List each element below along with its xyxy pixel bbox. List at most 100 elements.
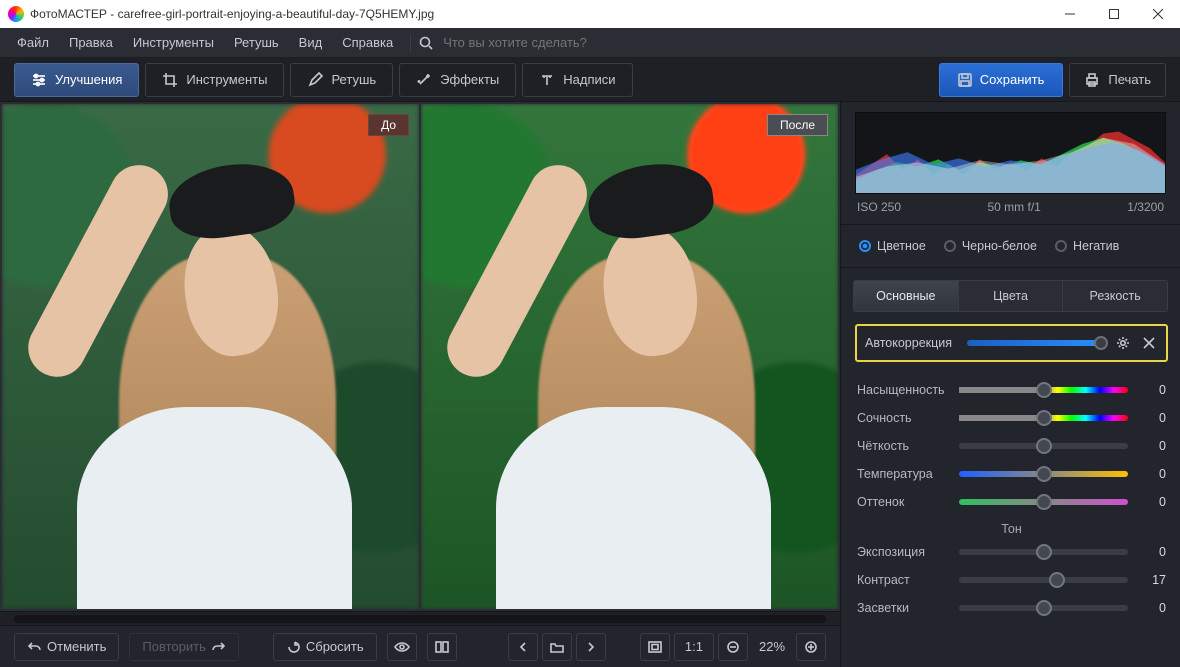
text-icon — [539, 72, 555, 88]
tab-enhance[interactable]: Улучшения — [14, 63, 139, 97]
tab-text-label: Надписи — [563, 72, 615, 87]
slider-tint-track[interactable] — [959, 499, 1128, 505]
prev-image-button[interactable] — [508, 633, 538, 661]
slider-exposure-track[interactable] — [959, 549, 1128, 555]
histogram[interactable] — [855, 112, 1166, 194]
menu-retouch[interactable]: Ретушь — [225, 31, 288, 54]
print-icon — [1084, 72, 1100, 88]
slider-value: 0 — [1138, 545, 1166, 559]
subtab-colors[interactable]: Цвета — [958, 281, 1063, 311]
tone-section-title: Тон — [855, 516, 1168, 538]
adjust-panel: Автокоррекция Насыщенность 0 Сочность 0 — [841, 312, 1180, 667]
chevron-left-icon — [518, 642, 528, 652]
menu-view[interactable]: Вид — [290, 31, 332, 54]
menu-edit[interactable]: Правка — [60, 31, 122, 54]
reset-button[interactable]: Сбросить — [273, 633, 377, 661]
slider-handle-icon — [1036, 438, 1052, 454]
radio-color-label: Цветное — [877, 239, 926, 253]
exif-iso: ISO 250 — [857, 200, 901, 214]
slider-saturation-track[interactable] — [959, 387, 1128, 393]
tab-retouch-label: Ретушь — [331, 72, 376, 87]
browse-button[interactable] — [542, 633, 572, 661]
slider-highlights-track[interactable] — [959, 605, 1128, 611]
adjust-subtabs: Основные Цвета Резкость — [853, 280, 1168, 312]
reset-label: Сбросить — [306, 639, 364, 654]
compare-canvas[interactable]: До После — [0, 102, 840, 611]
slider-highlights: Засветки 0 — [855, 594, 1168, 622]
tab-enhance-label: Улучшения — [55, 72, 122, 87]
subtab-sharp[interactable]: Резкость — [1062, 281, 1167, 311]
viewer: До После Отменить Повторить — [0, 102, 840, 667]
zoom-out-button[interactable] — [718, 633, 748, 661]
radio-dot-icon — [944, 240, 956, 252]
wand-icon — [416, 72, 432, 88]
slider-value: 17 — [1138, 573, 1166, 587]
tab-text[interactable]: Надписи — [522, 63, 632, 97]
slider-label: Контраст — [857, 573, 949, 587]
radio-color[interactable]: Цветное — [859, 239, 926, 253]
redo-button[interactable]: Повторить — [129, 633, 238, 661]
slider-label: Засветки — [857, 601, 949, 615]
radio-negative[interactable]: Негатив — [1055, 239, 1119, 253]
slider-temperature-track[interactable] — [959, 471, 1128, 477]
radio-dot-icon — [1055, 240, 1067, 252]
redo-icon — [212, 640, 226, 654]
slider-vibrance-track[interactable] — [959, 415, 1128, 421]
split-icon — [435, 640, 449, 654]
close-icon — [1143, 337, 1155, 349]
horizontal-scrollbar[interactable] — [0, 611, 840, 625]
tab-tools[interactable]: Инструменты — [145, 63, 284, 97]
slider-saturation: Насыщенность 0 — [855, 376, 1168, 404]
autocorrect-settings[interactable] — [1114, 334, 1132, 352]
chevron-right-icon — [586, 642, 596, 652]
fit-icon — [648, 641, 662, 653]
minimize-button[interactable] — [1048, 0, 1092, 28]
sliders-icon — [31, 72, 47, 88]
tab-retouch[interactable]: Ретушь — [290, 63, 393, 97]
main-toolbar: Улучшения Инструменты Ретушь Эффекты Над… — [0, 58, 1180, 102]
next-image-button[interactable] — [576, 633, 606, 661]
subtab-basic[interactable]: Основные — [854, 281, 958, 311]
autocorrect-row: Автокоррекция — [855, 324, 1168, 362]
exif-row: ISO 250 50 mm f/1 1/3200 — [841, 198, 1180, 225]
slider-vibrance: Сочность 0 — [855, 404, 1168, 432]
after-pane: После — [421, 104, 838, 609]
print-label: Печать — [1108, 72, 1151, 87]
help-search-input[interactable] — [439, 31, 639, 54]
zoom-fit-button[interactable] — [640, 633, 670, 661]
radio-neg-label: Негатив — [1073, 239, 1119, 253]
slider-handle-icon — [1036, 382, 1052, 398]
save-button[interactable]: Сохранить — [939, 63, 1064, 97]
sidebar: ISO 250 50 mm f/1 1/3200 Цветное Черно-б… — [840, 102, 1180, 667]
slider-handle-icon — [1049, 572, 1065, 588]
maximize-button[interactable] — [1092, 0, 1136, 28]
undo-button[interactable]: Отменить — [14, 633, 119, 661]
redo-label: Повторить — [142, 639, 205, 654]
slider-clarity-track[interactable] — [959, 443, 1128, 449]
compare-toggle[interactable] — [427, 633, 457, 661]
autocorrect-label: Автокоррекция — [865, 336, 959, 350]
save-icon — [958, 73, 972, 87]
menu-help[interactable]: Справка — [333, 31, 402, 54]
menu-tools[interactable]: Инструменты — [124, 31, 223, 54]
slider-label: Оттенок — [857, 495, 949, 509]
print-button[interactable]: Печать — [1069, 63, 1166, 97]
plus-icon — [805, 641, 817, 653]
radio-bw[interactable]: Черно-белое — [944, 239, 1037, 253]
minus-icon — [727, 641, 739, 653]
menu-file[interactable]: Файл — [8, 31, 58, 54]
tab-effects[interactable]: Эффекты — [399, 63, 516, 97]
slider-value: 0 — [1138, 383, 1166, 397]
autocorrect-slider[interactable] — [967, 340, 1106, 346]
window-title: ФотоМАСТЕР - carefree-girl-portrait-enjo… — [30, 7, 434, 21]
zoom-actual-button[interactable]: 1:1 — [674, 633, 714, 661]
zoom-in-button[interactable] — [796, 633, 826, 661]
preview-toggle[interactable] — [387, 633, 417, 661]
slider-value: 0 — [1138, 439, 1166, 453]
slider-contrast: Контраст 17 — [855, 566, 1168, 594]
slider-contrast-track[interactable] — [959, 577, 1128, 583]
close-button[interactable] — [1136, 0, 1180, 28]
slider-label: Сочность — [857, 411, 949, 425]
autocorrect-clear[interactable] — [1140, 334, 1158, 352]
slider-value: 0 — [1138, 411, 1166, 425]
